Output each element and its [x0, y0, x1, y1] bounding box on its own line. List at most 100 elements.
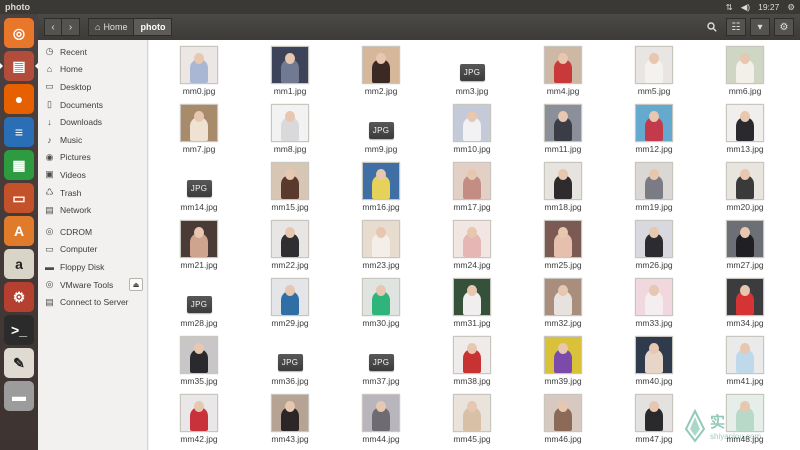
image-thumbnail: [180, 336, 218, 374]
power-gear-icon[interactable]: ⚙: [787, 2, 795, 13]
file-item[interactable]: JPG mm14.jpg: [164, 156, 234, 214]
list-view-button[interactable]: ☷: [726, 18, 746, 36]
file-item[interactable]: mm27.jpg: [710, 214, 780, 272]
file-item[interactable]: mm32.jpg: [528, 272, 598, 330]
sidebar-item-trash[interactable]: ♺ Trash: [38, 184, 147, 202]
file-item[interactable]: mm12.jpg: [619, 98, 689, 156]
eject-icon[interactable]: ⏏: [129, 278, 143, 292]
file-item[interactable]: mm13.jpg: [710, 98, 780, 156]
sidebar-item-network[interactable]: ▤ Network: [38, 201, 147, 219]
amazon-icon[interactable]: a: [4, 249, 34, 279]
sidebar-item-label: Videos: [60, 169, 86, 180]
file-item[interactable]: mm43.jpg: [255, 388, 325, 446]
text-editor-icon[interactable]: ✎: [4, 348, 34, 378]
sidebar-item-documents[interactable]: ▯ Documents: [38, 96, 147, 114]
breadcrumb-photo[interactable]: photo: [134, 18, 173, 36]
file-item[interactable]: mm24.jpg: [437, 214, 507, 272]
file-item[interactable]: mm6.jpg: [710, 40, 780, 98]
menu-button[interactable]: ⚙: [774, 18, 794, 36]
impress-icon[interactable]: ▭: [4, 183, 34, 213]
file-item[interactable]: mm17.jpg: [437, 156, 507, 214]
file-icon-area: [437, 156, 507, 200]
file-item[interactable]: mm42.jpg: [164, 388, 234, 446]
forward-button[interactable]: ›: [62, 18, 80, 36]
sidebar-item-desktop[interactable]: ▭ Desktop: [38, 78, 147, 96]
settings-icon[interactable]: ⚙: [4, 282, 34, 312]
file-name: mm6.jpg: [728, 86, 762, 96]
file-item[interactable]: mm25.jpg: [528, 214, 598, 272]
file-item[interactable]: mm46.jpg: [528, 388, 598, 446]
file-item[interactable]: mm30.jpg: [346, 272, 416, 330]
file-item[interactable]: mm10.jpg: [437, 98, 507, 156]
file-item[interactable]: mm16.jpg: [346, 156, 416, 214]
file-icon-area: [619, 272, 689, 316]
top-panel: photo ⇅ ◀) 19:27 ⚙: [0, 0, 800, 14]
writer-icon[interactable]: ≡: [4, 117, 34, 147]
file-item[interactable]: mm8.jpg: [255, 98, 325, 156]
sidebar-item-computer[interactable]: ▭ Computer: [38, 241, 147, 259]
sidebar-item-recent[interactable]: ◷ Recent: [38, 43, 147, 61]
file-item[interactable]: mm47.jpg: [619, 388, 689, 446]
sound-icon[interactable]: ◀): [741, 2, 750, 13]
file-item[interactable]: mm1.jpg: [255, 40, 325, 98]
file-item[interactable]: mm29.jpg: [255, 272, 325, 330]
sidebar-item-vmware-tools[interactable]: ◎ VMware Tools ⏏: [38, 276, 147, 294]
file-item[interactable]: mm31.jpg: [437, 272, 507, 330]
file-item[interactable]: mm2.jpg: [346, 40, 416, 98]
trash-icon: ♺: [45, 187, 54, 198]
file-item[interactable]: mm35.jpg: [164, 330, 234, 388]
file-item[interactable]: mm45.jpg: [437, 388, 507, 446]
file-name: mm41.jpg: [726, 376, 764, 386]
file-item[interactable]: mm5.jpg: [619, 40, 689, 98]
back-button[interactable]: ‹: [44, 18, 62, 36]
file-item[interactable]: mm15.jpg: [255, 156, 325, 214]
clock-label[interactable]: 19:27: [758, 2, 779, 12]
sidebar-item-home[interactable]: ⌂ Home: [38, 61, 147, 79]
sidebar-item-music[interactable]: ♪ Music: [38, 131, 147, 149]
file-item[interactable]: mm4.jpg: [528, 40, 598, 98]
file-item[interactable]: JPG mm9.jpg: [346, 98, 416, 156]
sidebar-item-cdrom[interactable]: ◎ CDROM: [38, 223, 147, 241]
view-options-button[interactable]: ▾: [750, 18, 770, 36]
file-item[interactable]: mm48.jpg: [710, 388, 780, 446]
file-item[interactable]: mm34.jpg: [710, 272, 780, 330]
file-item[interactable]: mm41.jpg: [710, 330, 780, 388]
file-item[interactable]: mm23.jpg: [346, 214, 416, 272]
network-icon[interactable]: ⇅: [726, 2, 733, 13]
file-item[interactable]: mm40.jpg: [619, 330, 689, 388]
file-item[interactable]: mm26.jpg: [619, 214, 689, 272]
file-item[interactable]: mm22.jpg: [255, 214, 325, 272]
file-item[interactable]: mm38.jpg: [437, 330, 507, 388]
file-item[interactable]: mm18.jpg: [528, 156, 598, 214]
file-item[interactable]: mm7.jpg: [164, 98, 234, 156]
file-icon-area: [346, 40, 416, 84]
file-item[interactable]: mm44.jpg: [346, 388, 416, 446]
sidebar-item-videos[interactable]: ▣ Videos: [38, 166, 147, 184]
file-item[interactable]: mm21.jpg: [164, 214, 234, 272]
sidebar-item-connect-to-server[interactable]: ▤ Connect to Server: [38, 293, 147, 311]
image-thumbnail: [726, 162, 764, 200]
file-item[interactable]: JPG mm36.jpg: [255, 330, 325, 388]
files-icon[interactable]: ▤: [0, 51, 38, 81]
file-item[interactable]: JPG mm37.jpg: [346, 330, 416, 388]
calc-icon[interactable]: ▦: [4, 150, 34, 180]
sidebar-item-downloads[interactable]: ↓ Downloads: [38, 113, 147, 131]
file-name: mm38.jpg: [453, 376, 491, 386]
breadcrumb-home[interactable]: ⌂ Home: [88, 18, 135, 36]
file-item[interactable]: JPG mm28.jpg: [164, 272, 234, 330]
file-item[interactable]: JPG mm3.jpg: [437, 40, 507, 98]
terminal-icon[interactable]: >_: [4, 315, 34, 345]
file-item[interactable]: mm33.jpg: [619, 272, 689, 330]
sidebar-item-pictures[interactable]: ◉ Pictures: [38, 149, 147, 167]
file-item[interactable]: mm20.jpg: [710, 156, 780, 214]
sidebar-item-floppy-disk[interactable]: ▬ Floppy Disk: [38, 258, 147, 276]
file-item[interactable]: mm11.jpg: [528, 98, 598, 156]
file-item[interactable]: mm39.jpg: [528, 330, 598, 388]
file-item[interactable]: mm0.jpg: [164, 40, 234, 98]
search-button[interactable]: [702, 18, 722, 36]
disks-icon[interactable]: ▬: [4, 381, 34, 411]
file-item[interactable]: mm19.jpg: [619, 156, 689, 214]
firefox-icon[interactable]: ●: [4, 84, 34, 114]
software-center-icon[interactable]: A: [4, 216, 34, 246]
ubuntu-dash-icon[interactable]: ◎: [4, 18, 34, 48]
